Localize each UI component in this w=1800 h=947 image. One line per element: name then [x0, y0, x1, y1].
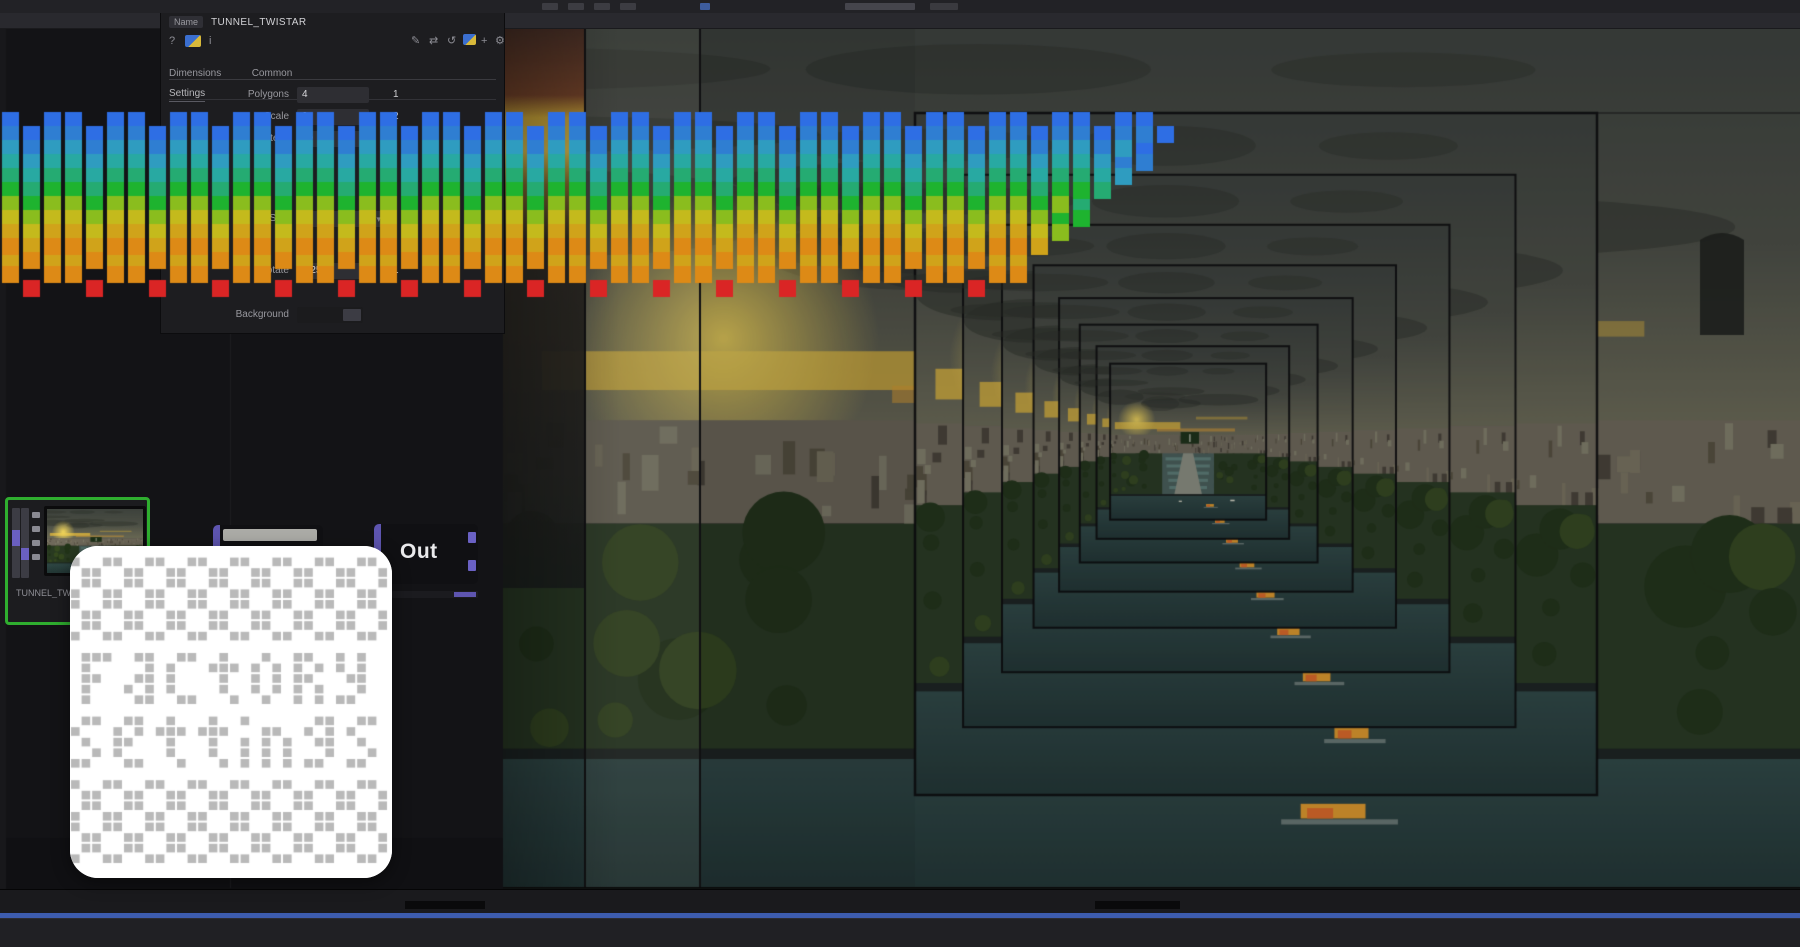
param-extra-value: 1 [393, 89, 399, 100]
param-row: Rotate 0.25 1 [161, 263, 504, 281]
snapshot-icon[interactable] [463, 34, 476, 45]
param-row: Background [161, 307, 504, 325]
param-row: Scale 8 2 [161, 109, 504, 127]
status-smudge [845, 3, 915, 10]
param-row: Size [161, 211, 504, 229]
param-extra-value: 2 [393, 111, 399, 122]
tab-dimensions[interactable]: Dimensions [169, 68, 221, 79]
param-label: Size [270, 213, 289, 224]
param-value-field[interactable]: 8 [297, 109, 369, 125]
edit-icon[interactable]: ✎ [411, 34, 420, 48]
node-mini-icon [32, 540, 40, 546]
menu-icon[interactable] [700, 3, 710, 10]
name-label: Name [169, 16, 203, 28]
param-label: Polygons [248, 89, 289, 100]
node-output-pip[interactable] [468, 532, 476, 543]
node-slider[interactable] [21, 508, 29, 578]
param-value-field[interactable]: 0.25 [297, 263, 369, 279]
node-mini-icon [32, 554, 40, 560]
factory-settings-card [70, 546, 392, 878]
parameter-panel: Name TUNNEL_TWISTAR ? i ✎ ⇄ ↺ + ⚙ Dimens… [160, 10, 505, 334]
node-output-pip[interactable] [468, 560, 476, 571]
param-value-field[interactable]: 4 [297, 87, 369, 103]
menu-icon[interactable] [594, 3, 610, 10]
param-row: Steps 30 [161, 131, 504, 149]
node-thumb-sky [223, 529, 317, 541]
param-value-field[interactable]: 30 [297, 131, 369, 147]
param-label: Rotate [260, 265, 289, 276]
gear-icon[interactable]: ⚙ [495, 34, 505, 48]
window-title-bar [0, 0, 1800, 13]
out-node-label: Out [400, 540, 438, 564]
size-dropdown[interactable] [297, 211, 385, 227]
node-progress-bar [392, 591, 478, 598]
timeline-range-marker[interactable] [405, 901, 485, 909]
image-viewport[interactable] [503, 28, 1800, 889]
timeline-range-marker[interactable] [1095, 901, 1180, 909]
timeline-scroll-area[interactable] [0, 918, 1800, 947]
revert-icon[interactable]: ↺ [447, 34, 456, 48]
tab-common[interactable]: Common [252, 68, 293, 79]
param-label: Background [236, 309, 289, 320]
menu-icon[interactable] [542, 3, 558, 10]
factory-settings-pixel-art [70, 546, 392, 878]
link-icon[interactable]: ⇄ [429, 34, 438, 48]
param-label: Steps [263, 133, 289, 144]
background-color-swatch[interactable] [297, 307, 363, 323]
param-label: Scale [264, 111, 289, 122]
operator-title: TUNNEL_TWISTAR [211, 17, 306, 28]
menu-icon[interactable] [568, 3, 584, 10]
timeline[interactable] [0, 889, 1800, 946]
param-extra-value: 1 [393, 265, 399, 276]
help-icon[interactable]: ? [169, 34, 175, 48]
node-mini-icon [32, 512, 40, 518]
operator-thumbnail-icon [185, 35, 201, 47]
add-icon[interactable]: + [481, 34, 487, 48]
timeline-ruler[interactable] [0, 890, 1800, 913]
info-icon[interactable]: i [209, 34, 211, 48]
param-row: Polygons 4 1 [161, 87, 504, 105]
node-mini-icon [32, 526, 40, 532]
node-slider[interactable] [12, 508, 20, 578]
menu-icon[interactable] [620, 3, 636, 10]
status-smudge [930, 3, 958, 10]
